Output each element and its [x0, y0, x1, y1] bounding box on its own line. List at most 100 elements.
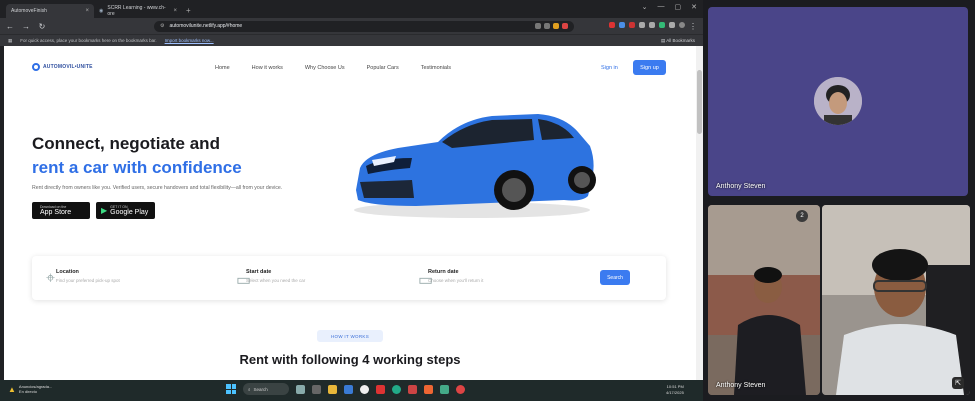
- app-icon[interactable]: [392, 384, 401, 394]
- location-pin-icon: ⌖: [46, 270, 56, 287]
- video-feed: [822, 205, 970, 395]
- avatar: [814, 77, 862, 125]
- video-tile-participant[interactable]: 2 Anthony Steven: [708, 205, 820, 395]
- globe-icon: ◉: [99, 8, 104, 14]
- participant-name: Anthony Steven: [716, 183, 766, 190]
- taskbar-search-label: Search: [253, 386, 268, 392]
- file-explorer-icon[interactable]: [328, 384, 337, 394]
- close-icon[interactable]: ×: [85, 8, 89, 14]
- minimize-icon[interactable]: —: [658, 3, 665, 11]
- share-icon[interactable]: [535, 23, 541, 29]
- app-icon[interactable]: [456, 384, 465, 394]
- location-field[interactable]: ⌖ Location Find your preferred pick-up s…: [46, 269, 120, 287]
- extension-icon[interactable]: [553, 23, 559, 29]
- address-text: automovilunite.netlify.app/#home: [169, 23, 243, 29]
- page-scrollbar[interactable]: [696, 46, 703, 380]
- location-placeholder: Find your preferred pick-up spot: [56, 278, 120, 283]
- profile-icon[interactable]: [679, 21, 685, 28]
- hero-heading: Connect, negotiate and: [32, 134, 220, 153]
- return-date-label: Return date: [428, 269, 459, 275]
- site-info-icon[interactable]: ⚙: [160, 23, 164, 29]
- close-icon[interactable]: ✕: [691, 3, 697, 11]
- import-bookmarks-link[interactable]: Import bookmarks now...: [165, 38, 214, 43]
- taskbar-clock[interactable]: 10:51 PM 4/17/2025: [666, 384, 684, 396]
- extension-icon[interactable]: [562, 23, 568, 29]
- web-page: AUTOMOVIL•UNITE Home How it works Why Ch…: [4, 46, 696, 380]
- windows-start-icon[interactable]: [226, 384, 236, 394]
- search-button[interactable]: Search: [600, 270, 630, 285]
- extension-icon[interactable]: [639, 21, 645, 28]
- google-play-button[interactable]: ▶ GET IT ON Google Play: [96, 202, 155, 219]
- clock-date: 4/17/2025: [666, 390, 684, 395]
- menu-icon[interactable]: ⋮: [689, 22, 697, 31]
- extension-icon[interactable]: [649, 21, 655, 28]
- extensions: ⋮: [609, 21, 697, 31]
- chevron-down-icon[interactable]: ⌄: [642, 3, 648, 11]
- site-nav: Home How it works Why Choose Us Popular …: [215, 65, 451, 71]
- tab-active[interactable]: AutomoveFinish ×: [6, 4, 94, 18]
- extension-icon[interactable]: [609, 21, 615, 28]
- nav-why-choose-us[interactable]: Why Choose Us: [305, 65, 345, 71]
- sign-up-button[interactable]: Sign up: [633, 60, 666, 75]
- taskbar-search[interactable]: ⌕ Search: [243, 383, 289, 395]
- reload-icon[interactable]: ↻: [38, 22, 46, 31]
- scrollbar-thumb[interactable]: [697, 70, 702, 134]
- video-tile-main[interactable]: Anthony Steven: [708, 7, 968, 196]
- widgets-icon[interactable]: [296, 384, 305, 394]
- sign-in-link[interactable]: Sign in: [601, 65, 618, 71]
- warning-icon: ▲: [8, 384, 16, 394]
- address-bar[interactable]: ⚙ automovilunite.netlify.app/#home: [154, 20, 574, 32]
- window-controls: ⌄ — ▢ ✕: [642, 3, 697, 11]
- star-icon[interactable]: [544, 23, 550, 29]
- screen: AutomoveFinish × ◉ SCRR Learning - www.c…: [0, 0, 975, 401]
- app-icon[interactable]: [376, 384, 385, 394]
- bookmarks-bar: ▦ For quick access, place your bookmarks…: [0, 34, 703, 46]
- start-date-field[interactable]: ▭ Start date Select when you need the ca…: [236, 269, 306, 289]
- tab-title: AutomoveFinish: [11, 8, 47, 14]
- maximize-icon[interactable]: ▢: [675, 3, 682, 11]
- location-label: Location: [56, 269, 79, 275]
- video-tile-self[interactable]: ⇱: [822, 205, 970, 395]
- google-play-label: Google Play: [110, 209, 149, 216]
- start-date-label: Start date: [246, 269, 272, 275]
- site-logo[interactable]: AUTOMOVIL•UNITE: [32, 63, 93, 71]
- app-store-label: App Store: [40, 209, 72, 216]
- nav-how-it-works[interactable]: How it works: [252, 65, 283, 71]
- return-date-field[interactable]: ▭ Return date Choose when you'll return …: [418, 269, 484, 289]
- widget-line2: En directo: [18, 389, 37, 394]
- new-tab-button[interactable]: +: [186, 4, 191, 18]
- back-icon[interactable]: ←: [6, 22, 14, 31]
- nav-testimonials[interactable]: Testimonials: [421, 65, 451, 71]
- weather-widget[interactable]: ▲ Anuncios/agrada... En directo: [8, 384, 52, 394]
- car-image: [354, 114, 596, 218]
- participant-name: Anthony Steven: [716, 382, 766, 389]
- app-icon[interactable]: [440, 384, 449, 394]
- logo-icon: [32, 63, 40, 71]
- store-icon[interactable]: [344, 384, 353, 394]
- extension-icon[interactable]: [629, 21, 635, 28]
- extension-icon[interactable]: [659, 21, 665, 28]
- nav-popular-cars[interactable]: Popular Cars: [367, 65, 399, 71]
- tab-inactive[interactable]: ◉ SCRR Learning - www.ch-ore ×: [94, 4, 182, 18]
- section-pill: HOW IT WORKS: [317, 330, 383, 342]
- search-icon: ⌕: [248, 386, 251, 392]
- hero-subtitle: Rent directly from owners like you. Veri…: [32, 185, 283, 191]
- task-view-icon[interactable]: [312, 384, 321, 394]
- hero-heading-accent: rent a car with confidence: [32, 158, 242, 177]
- forward-icon[interactable]: →: [22, 22, 30, 31]
- chrome-icon[interactable]: [360, 384, 369, 394]
- extension-icon[interactable]: [619, 21, 625, 28]
- nav-home[interactable]: Home: [215, 65, 230, 71]
- app-store-button[interactable]: Download on the App Store: [32, 202, 90, 219]
- all-bookmarks-button[interactable]: ▤ All Bookmarks: [661, 38, 695, 44]
- tab-bar: AutomoveFinish × ◉ SCRR Learning - www.c…: [0, 0, 703, 18]
- app-icon[interactable]: [424, 384, 433, 394]
- apps-icon[interactable]: ▦: [8, 38, 12, 44]
- extension-icon[interactable]: [669, 21, 675, 28]
- start-date-placeholder: Select when you need the car: [246, 278, 306, 283]
- app-icon[interactable]: [408, 384, 417, 394]
- screen-share-icon[interactable]: ⇱: [952, 377, 964, 389]
- close-icon[interactable]: ×: [173, 8, 177, 14]
- steps-heading: Rent with following 4 working steps: [239, 352, 461, 367]
- return-date-placeholder: Choose when you'll return it: [428, 278, 484, 283]
